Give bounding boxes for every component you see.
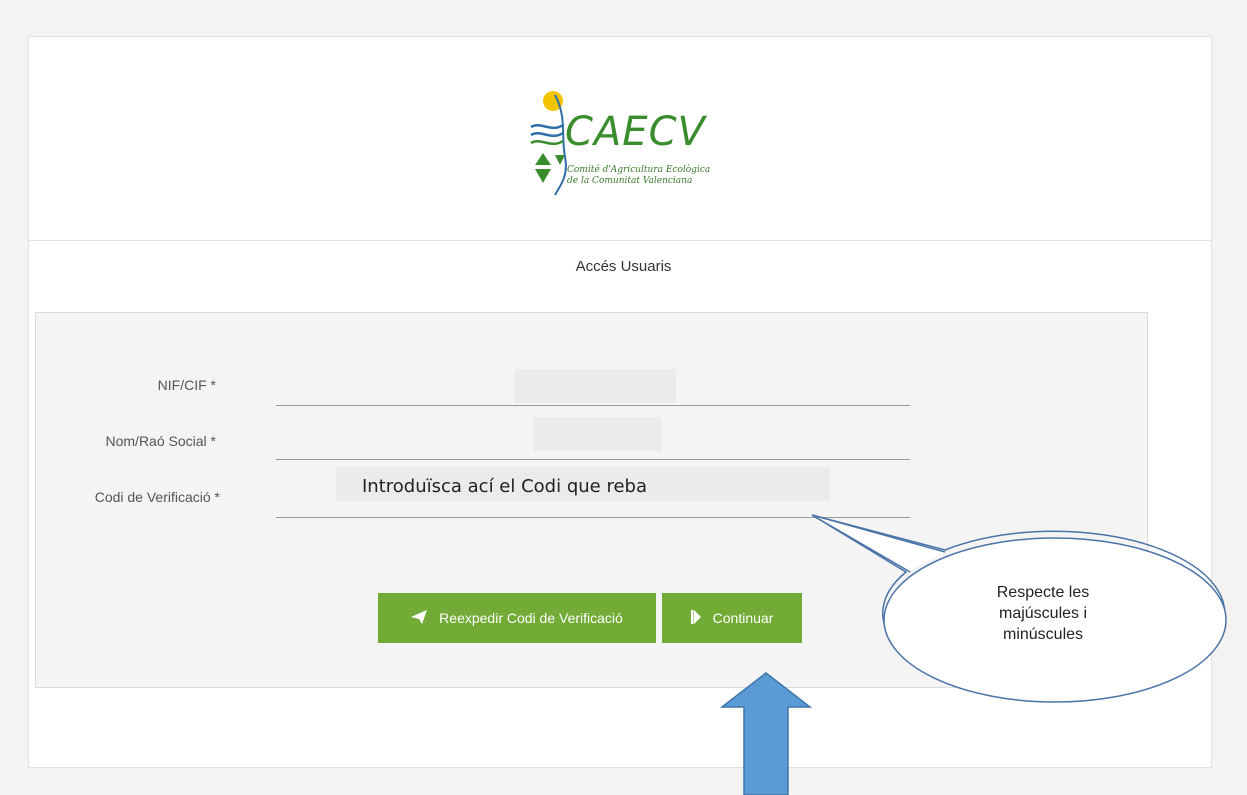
page-title: Accés Usuaris [575, 258, 672, 275]
code-input[interactable] [362, 469, 882, 503]
callout-line1: Respecte les [996, 584, 1090, 601]
logo-subtitle-line1: Comité d'Agricultura Ecològica [567, 165, 711, 175]
logo-subtitle-line2: de la Comunitat Valenciana [567, 176, 693, 186]
resend-code-button[interactable]: Reexpedir Codi de Verificació [378, 593, 656, 643]
name-label: Nom/Raó Social * [105, 433, 217, 449]
nif-input[interactable] [276, 371, 910, 403]
code-label: Codi de Verificació * [94, 489, 220, 505]
nif-underline [276, 405, 910, 406]
name-input[interactable] [276, 419, 910, 451]
callout-line3: minúscules [1002, 626, 1084, 643]
callout-line2: majúscules i [998, 605, 1088, 622]
code-underline [276, 517, 910, 518]
caecv-logo: CAECV Comité d'Agricultura Ecològica de … [525, 87, 745, 197]
nif-label: NIF/CIF * [157, 377, 216, 393]
paper-plane-icon [411, 609, 428, 627]
continue-button[interactable]: Continuar [662, 593, 802, 643]
resend-code-label: Reexpedir Codi de Verificació [439, 610, 623, 626]
logo-title: CAECV [565, 109, 706, 155]
name-underline [276, 459, 910, 460]
logo-subtitle: Comité d'Agricultura Ecològica de la Com… [567, 165, 747, 187]
continue-label: Continuar [712, 610, 774, 626]
skip-forward-icon [690, 609, 701, 627]
header: CAECV Comité d'Agricultura Ecològica de … [29, 37, 1211, 241]
callout-text: Respecte les majúscules i minúscules [968, 582, 1118, 645]
